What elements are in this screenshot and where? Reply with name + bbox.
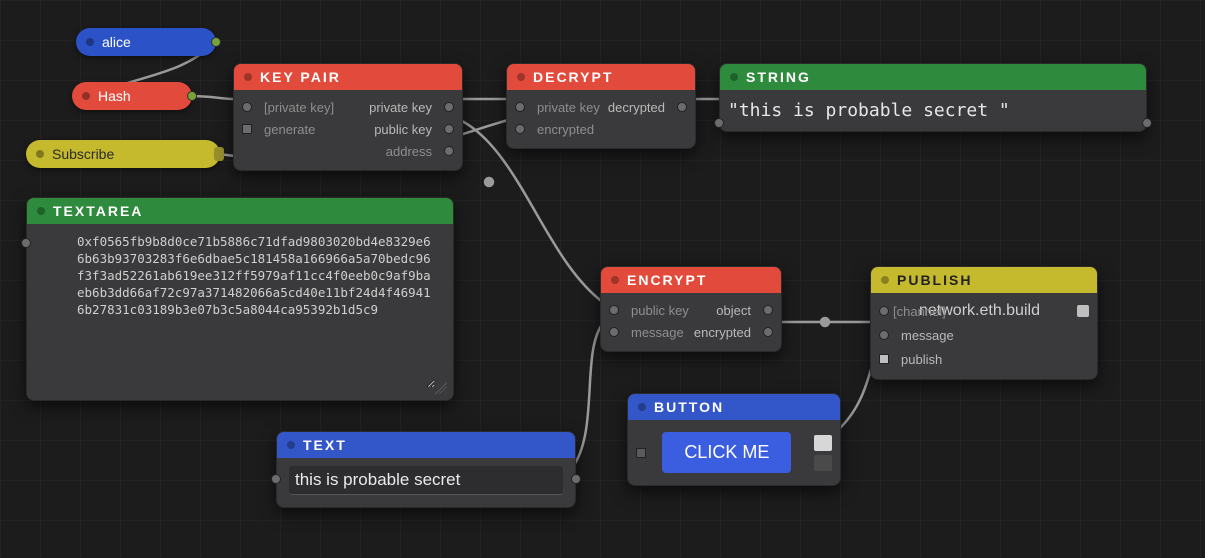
node-title: ENCRYPT bbox=[627, 272, 707, 288]
node-title: BUTTON bbox=[654, 399, 724, 415]
pill-label: Subscribe bbox=[52, 146, 114, 162]
input-label: message bbox=[631, 325, 684, 340]
node-title-bar[interactable]: KEY PAIR bbox=[234, 64, 462, 90]
output-port-object[interactable] bbox=[763, 305, 773, 315]
node-title: TEXTAREA bbox=[53, 203, 143, 219]
node-title-bar[interactable]: DECRYPT bbox=[507, 64, 695, 90]
output-label: public key bbox=[374, 122, 432, 137]
node-title: PUBLISH bbox=[897, 272, 972, 288]
pill-label: alice bbox=[102, 34, 131, 50]
input-port[interactable] bbox=[271, 474, 281, 484]
output-port[interactable] bbox=[814, 455, 832, 471]
node-button[interactable]: BUTTON CLICK ME bbox=[627, 393, 841, 486]
node-title-bar[interactable]: STRING bbox=[720, 64, 1146, 90]
input-label: encrypted bbox=[537, 122, 594, 137]
port-dot bbox=[36, 150, 44, 158]
port-dot bbox=[86, 38, 94, 46]
node-pill-hash[interactable]: Hash bbox=[72, 82, 192, 110]
node-textarea[interactable]: TEXTAREA 0xf0565fb9b8d0ce71b5886c71dfad9… bbox=[26, 197, 454, 401]
output-port[interactable] bbox=[1077, 305, 1089, 317]
output-port-encrypted[interactable] bbox=[763, 327, 773, 337]
node-pill-alice[interactable]: alice bbox=[76, 28, 216, 56]
output-port-private-key[interactable] bbox=[444, 102, 454, 112]
node-title-bar[interactable]: BUTTON bbox=[628, 394, 840, 420]
node-title-bar[interactable]: TEXTAREA bbox=[27, 198, 453, 224]
input-port[interactable] bbox=[636, 448, 646, 458]
output-port[interactable] bbox=[211, 37, 221, 47]
output-port[interactable] bbox=[1142, 118, 1152, 128]
collapse-dot-icon[interactable] bbox=[638, 403, 646, 411]
input-port-message[interactable] bbox=[609, 327, 619, 337]
output-port[interactable] bbox=[571, 474, 581, 484]
output-port-public-key[interactable] bbox=[444, 124, 454, 134]
node-pill-subscribe[interactable]: Subscribe bbox=[26, 140, 220, 168]
input-port-channel[interactable] bbox=[879, 306, 889, 316]
node-decrypt[interactable]: DECRYPT private key decrypted encrypted bbox=[506, 63, 696, 149]
collapse-dot-icon[interactable] bbox=[37, 207, 45, 215]
output-label: object bbox=[716, 303, 751, 318]
text-input[interactable] bbox=[289, 466, 563, 495]
click-me-button[interactable]: CLICK ME bbox=[662, 432, 791, 473]
node-title: TEXT bbox=[303, 437, 347, 453]
output-port[interactable] bbox=[187, 91, 197, 101]
input-port-private-key[interactable] bbox=[242, 102, 252, 112]
collapse-dot-icon[interactable] bbox=[730, 73, 738, 81]
node-title: KEY PAIR bbox=[260, 69, 341, 85]
output-label: decrypted bbox=[608, 100, 665, 115]
pill-label: Hash bbox=[98, 88, 131, 104]
node-text[interactable]: TEXT bbox=[276, 431, 576, 508]
input-port-message[interactable] bbox=[879, 330, 889, 340]
textarea-value[interactable]: 0xf0565fb9b8d0ce71b5886c71dfad9803020bd4… bbox=[75, 230, 435, 388]
input-port[interactable] bbox=[21, 238, 31, 248]
input-label: generate bbox=[264, 122, 315, 137]
node-encrypt[interactable]: ENCRYPT public key object message encryp… bbox=[600, 266, 782, 352]
node-string[interactable]: STRING "this is probable secret " bbox=[719, 63, 1147, 132]
node-keypair[interactable]: KEY PAIR [private key] private key gener… bbox=[233, 63, 463, 171]
node-title-bar[interactable]: ENCRYPT bbox=[601, 267, 781, 293]
collapse-dot-icon[interactable] bbox=[881, 276, 889, 284]
string-value: "this is probable secret " bbox=[720, 90, 1146, 131]
output-label: encrypted bbox=[694, 325, 751, 340]
node-publish[interactable]: PUBLISH [channel] network.eth.build mess… bbox=[870, 266, 1098, 380]
input-port-encrypted[interactable] bbox=[515, 124, 525, 134]
output-label: private key bbox=[369, 100, 432, 115]
node-title: STRING bbox=[746, 69, 811, 85]
input-port[interactable] bbox=[714, 118, 724, 128]
input-label: [channel] bbox=[893, 304, 946, 319]
output-port[interactable] bbox=[214, 147, 224, 161]
input-label: private key bbox=[537, 100, 600, 115]
input-label: [private key] bbox=[264, 100, 334, 115]
input-label: publish bbox=[901, 352, 942, 367]
output-port-decrypted[interactable] bbox=[677, 102, 687, 112]
output-port-address[interactable] bbox=[444, 146, 454, 156]
collapse-dot-icon[interactable] bbox=[517, 73, 525, 81]
port-dot bbox=[82, 92, 90, 100]
input-label: public key bbox=[631, 303, 689, 318]
node-title: DECRYPT bbox=[533, 69, 613, 85]
input-port-generate[interactable] bbox=[242, 124, 252, 134]
node-title-bar[interactable]: PUBLISH bbox=[871, 267, 1097, 293]
collapse-dot-icon[interactable] bbox=[244, 73, 252, 81]
collapse-dot-icon[interactable] bbox=[611, 276, 619, 284]
node-title-bar[interactable]: TEXT bbox=[277, 432, 575, 458]
input-port-public-key[interactable] bbox=[609, 305, 619, 315]
output-port[interactable] bbox=[814, 435, 832, 451]
output-label: address bbox=[386, 144, 432, 159]
collapse-dot-icon[interactable] bbox=[287, 441, 295, 449]
resize-handle-icon[interactable] bbox=[435, 382, 447, 394]
input-port-private-key[interactable] bbox=[515, 102, 525, 112]
input-label: message bbox=[901, 328, 954, 343]
trigger-port-publish[interactable] bbox=[879, 354, 889, 364]
